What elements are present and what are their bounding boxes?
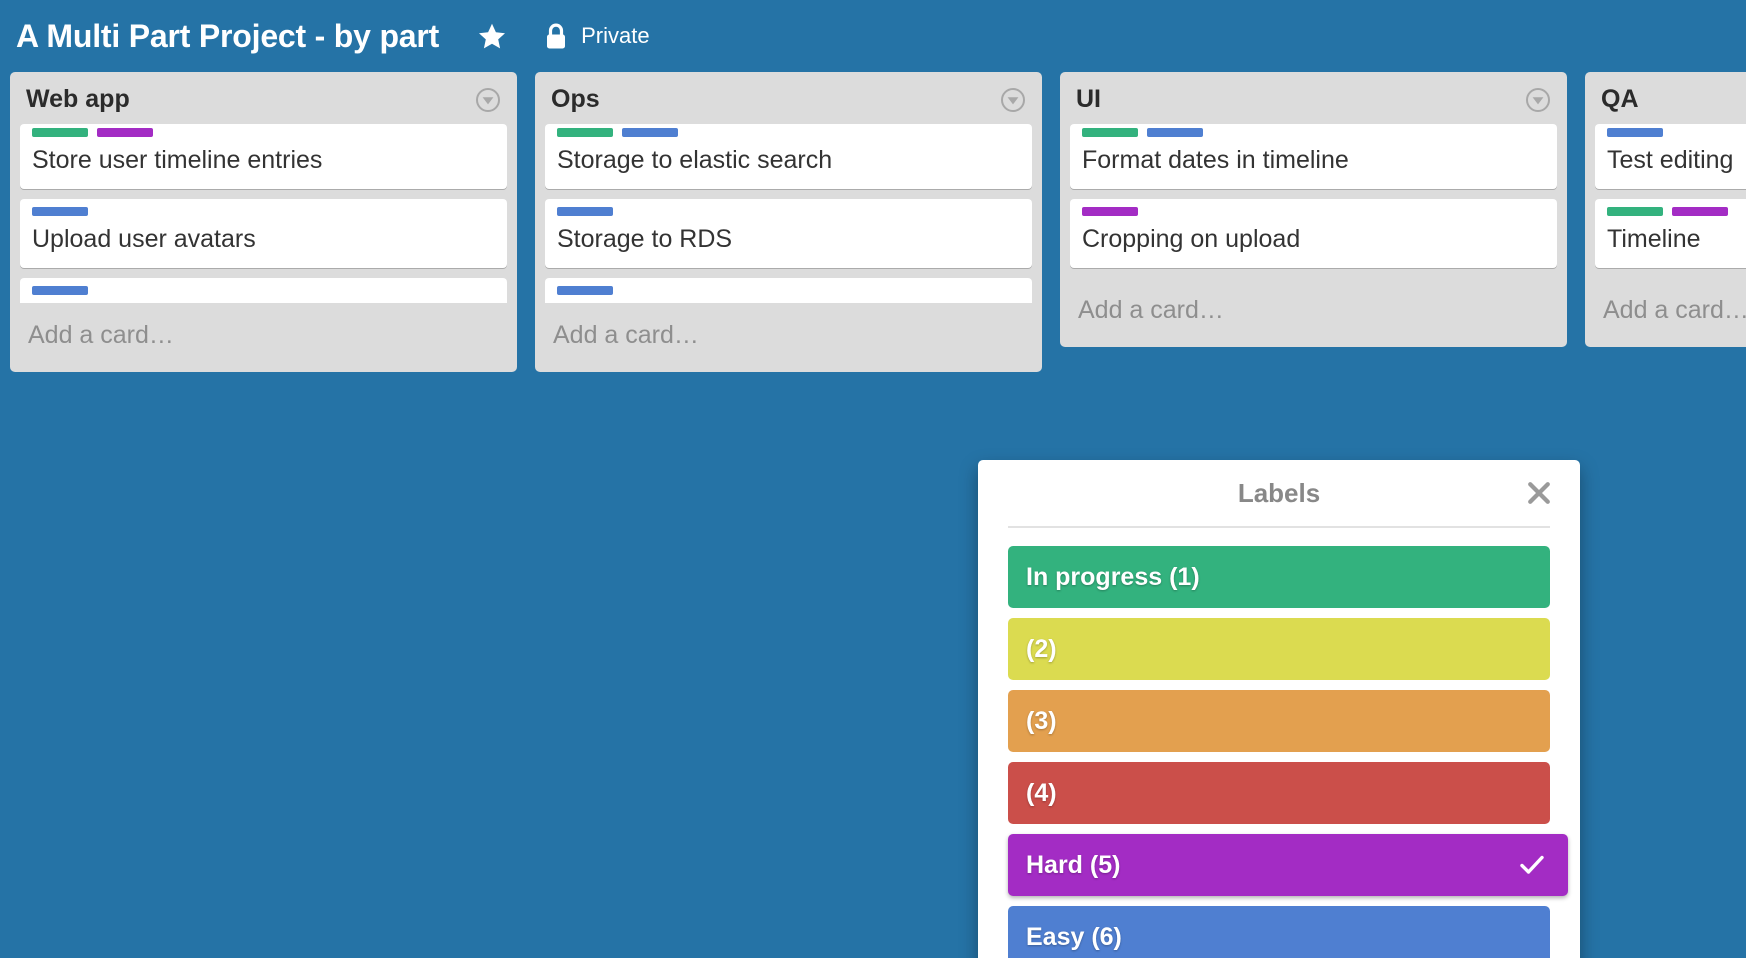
card-title: Storage to RDS <box>557 224 733 253</box>
card-label[interactable] <box>557 286 613 295</box>
list-header: Web app <box>10 72 517 124</box>
add-card-button[interactable]: Add a card… <box>535 303 1042 372</box>
list-cards: Storage to elastic search Storage to RDS S… <box>535 123 1042 303</box>
card-title: Format dates in timeline <box>1082 145 1349 174</box>
card-label[interactable] <box>557 127 613 137</box>
card-label[interactable] <box>32 206 88 216</box>
card-labels <box>557 286 1020 295</box>
card-title: Storage to elastic search <box>557 145 833 174</box>
chevron-down-circle-icon[interactable] <box>1000 87 1026 113</box>
list-header: Ops <box>535 72 1042 124</box>
card[interactable]: Upload user avatars <box>20 198 507 268</box>
card[interactable]: Define rest endpoints <box>20 278 507 303</box>
card-labels <box>1082 127 1545 137</box>
board-canvas: Web app Store user timeline entries Upload… <box>0 72 1746 958</box>
list-title[interactable]: UI <box>1076 85 1101 114</box>
card-label[interactable] <box>1082 206 1138 216</box>
lock-icon <box>547 23 566 48</box>
card-labels <box>1607 206 1746 216</box>
label-option-text: Hard (5) <box>1026 850 1121 879</box>
list: UI Format dates in timeline Cropping on up… <box>1060 72 1567 347</box>
card[interactable]: Store user timeline entries <box>20 123 507 189</box>
card-label[interactable] <box>1672 206 1728 216</box>
board-visibility-label: Private <box>581 23 650 48</box>
list-title[interactable]: QA <box>1601 85 1639 114</box>
chevron-down-circle-icon[interactable] <box>475 87 501 113</box>
label-option[interactable]: Easy (6) <box>1008 906 1550 958</box>
card-labels <box>557 206 1020 216</box>
card-title: Cropping on upload <box>1082 224 1301 253</box>
card[interactable]: Format dates in timeline <box>1070 123 1557 189</box>
label-option-text: (4) <box>1026 778 1057 807</box>
card-title: Upload user avatars <box>32 224 256 253</box>
board-visibility-button[interactable]: Private <box>545 23 650 50</box>
check-icon <box>1518 851 1546 879</box>
card-labels <box>32 286 495 295</box>
card-label[interactable] <box>1607 127 1663 137</box>
card-labels <box>1607 127 1746 137</box>
card[interactable]: Timeline <box>1595 198 1746 268</box>
star-icon <box>479 23 506 48</box>
card[interactable]: Storage to RDS <box>545 198 1032 268</box>
close-icon[interactable] <box>1524 478 1554 508</box>
board-header: A Multi Part Project - by part Private <box>0 0 1746 72</box>
label-option-text: (2) <box>1026 634 1057 663</box>
list-cards: Store user timeline entries Upload user a… <box>10 123 517 303</box>
card-label[interactable] <box>32 127 88 137</box>
list-title[interactable]: Ops <box>551 85 600 114</box>
label-option[interactable]: (3) <box>1008 690 1550 752</box>
list-header: UI <box>1060 72 1567 124</box>
card-title: Store user timeline entries <box>32 145 323 174</box>
labels-popover-title: Labels <box>1237 477 1321 508</box>
label-option[interactable]: Hard (5) <box>1008 834 1568 896</box>
card-label[interactable] <box>1082 127 1138 137</box>
card-label[interactable] <box>1607 206 1663 216</box>
labels-list: In progress (1) (2) (3) (4) Hard (5) Easy (6) <box>1008 528 1568 958</box>
label-option[interactable]: (2) <box>1008 618 1550 680</box>
list: QA Test editing Timeline Add a card… <box>1585 72 1746 347</box>
card[interactable]: Cropping on upload <box>1070 198 1557 268</box>
add-card-button[interactable]: Add a card… <box>1585 278 1746 347</box>
card[interactable]: Set up staging environment <box>545 278 1032 303</box>
card[interactable]: Test editing <box>1595 123 1746 189</box>
list-title[interactable]: Web app <box>26 85 130 114</box>
board-title[interactable]: A Multi Part Project - by part <box>16 20 439 52</box>
labels-popover: Labels In progress (1) (2) (3) (4) Hard (5) E… <box>978 460 1580 958</box>
card-labels <box>32 206 495 216</box>
label-option[interactable]: In progress (1) <box>1008 546 1550 608</box>
label-option[interactable]: (4) <box>1008 762 1550 824</box>
card-labels <box>32 127 495 137</box>
card-label[interactable] <box>1147 127 1203 137</box>
label-option-text: (3) <box>1026 706 1057 735</box>
list-cards: Format dates in timeline Cropping on uplo… <box>1060 123 1567 279</box>
card-labels <box>557 127 1020 137</box>
card-label[interactable] <box>32 286 88 295</box>
labels-popover-header: Labels <box>1008 460 1550 528</box>
card-title: Test editing <box>1607 145 1734 174</box>
label-option-text: In progress (1) <box>1026 562 1200 591</box>
label-option-text: Easy (6) <box>1026 922 1122 951</box>
list: Ops Storage to elastic search Storage to R… <box>535 72 1042 372</box>
star-button[interactable] <box>477 21 507 51</box>
card-label[interactable] <box>97 127 153 137</box>
card-title: Timeline <box>1607 224 1701 253</box>
chevron-down-circle-icon[interactable] <box>1525 87 1551 113</box>
add-card-button[interactable]: Add a card… <box>1060 278 1567 347</box>
card-label[interactable] <box>557 206 613 216</box>
card-label[interactable] <box>622 127 678 137</box>
list-header: QA <box>1585 72 1746 124</box>
add-card-button[interactable]: Add a card… <box>10 303 517 372</box>
card[interactable]: Storage to elastic search <box>545 123 1032 189</box>
list-cards: Test editing Timeline <box>1585 123 1746 279</box>
card-labels <box>1082 206 1545 216</box>
list: Web app Store user timeline entries Upload… <box>10 72 517 372</box>
